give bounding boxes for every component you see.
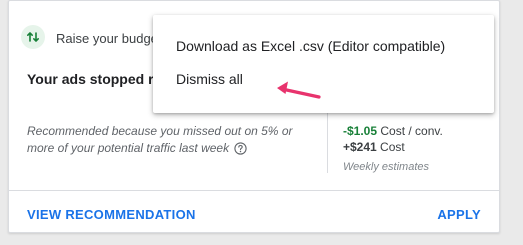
card-header: Raise your budget [21, 25, 162, 49]
metrics-list: -$1.05 Cost / conv. +$241 Cost [343, 123, 443, 155]
help-circle-icon[interactable] [234, 142, 248, 160]
metric-cost: +$241 Cost [343, 139, 443, 155]
recommendation-reason: Recommended because you missed out on 5%… [27, 123, 317, 160]
metrics-divider [327, 111, 328, 173]
weekly-estimates-note: Weekly estimates [343, 161, 429, 173]
annotation-arrow-icon [277, 81, 321, 99]
recommendation-type-label: Raise your budget [56, 30, 162, 46]
menu-item-dismiss-all[interactable]: Dismiss all [153, 62, 494, 95]
menu-item-download-csv[interactable]: Download as Excel .csv (Editor compatibl… [153, 29, 494, 62]
footer-divider [9, 190, 499, 191]
metric-value: -$1.05 [343, 124, 378, 138]
metric-label: Cost / conv. [380, 124, 443, 138]
view-recommendation-button[interactable]: VIEW RECOMMENDATION [27, 207, 196, 222]
metric-label: Cost [380, 140, 405, 154]
metric-value: +$241 [343, 140, 377, 154]
metric-cost-per-conv: -$1.05 Cost / conv. [343, 123, 443, 139]
apply-button[interactable]: APPLY [437, 207, 481, 222]
overflow-menu: Download as Excel .csv (Editor compatibl… [153, 15, 494, 113]
arrows-up-down-icon [21, 25, 45, 49]
reason-text: Recommended because you missed out on 5%… [27, 124, 293, 155]
